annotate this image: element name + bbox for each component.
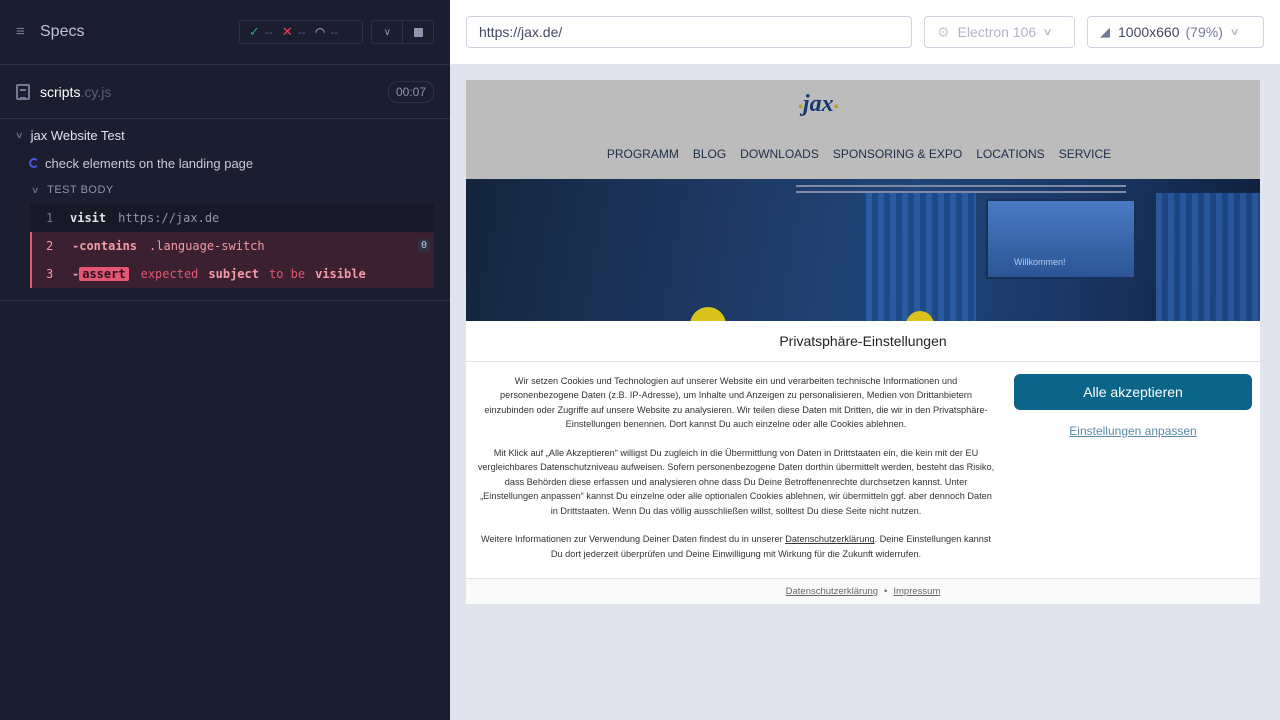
accept-all-button[interactable]: Alle akzeptieren <box>1014 374 1252 410</box>
chevron-down-icon: ∨ <box>1042 26 1053 38</box>
chevron-down-icon: ∨ <box>383 26 391 38</box>
chevron-down-icon: ∨ <box>30 184 41 195</box>
site-header: •jax• PROGRAMM BLOG DOWNLOADS SPONSORING… <box>466 80 1260 179</box>
logo-text: jax <box>802 91 834 117</box>
footer-privacy-link[interactable]: Datenschutzerklärung <box>786 586 878 597</box>
stage-light <box>690 307 726 321</box>
passed-stat: ✓ -- <box>249 24 273 40</box>
adjust-settings-link[interactable]: Einstellungen anpassen <box>1014 424 1252 438</box>
suite-row[interactable]: ∨ jax Website Test <box>0 120 450 150</box>
assert-message: expected subject to be visible <box>141 267 376 281</box>
reporter-header: ≡ Specs ✓ -- ✕ -- ◠ -- ∨ <box>0 0 450 65</box>
nav-item-blog[interactable]: BLOG <box>693 147 726 161</box>
pending-count: -- <box>330 25 339 39</box>
command-name: visit <box>70 211 107 225</box>
command-message: https://jax.de <box>118 211 220 225</box>
chevron-down-icon: ∨ <box>15 129 24 140</box>
pending-stat: ◠ -- <box>315 25 338 39</box>
run-controls: ∨ <box>371 20 434 44</box>
electron-icon: ⚙ <box>937 23 950 40</box>
test-title: check elements on the landing page <box>45 155 254 171</box>
check-icon: ✓ <box>249 24 260 39</box>
stage-screen-text: Willkommen! <box>1014 257 1066 267</box>
stage-screen <box>986 199 1136 279</box>
assert-word: expected <box>140 267 199 281</box>
consent-paragraph: Weitere Informationen zur Verwendung Dei… <box>476 532 996 561</box>
pending-icon: ◠ <box>314 25 326 39</box>
chevron-down-icon: ∨ <box>1229 26 1240 38</box>
spec-file-ext: .cy.js <box>80 83 112 100</box>
browser-selector[interactable]: ⚙ Electron 106 ∨ <box>924 16 1075 48</box>
footer-separator: • <box>884 586 888 597</box>
viewport-selector[interactable]: ◢ 1000x660 (79%) ∨ <box>1087 16 1264 48</box>
consent-text: Wir setzen Cookies und Technologien auf … <box>476 374 996 576</box>
logo-dots-icon: • <box>833 100 839 115</box>
footer-imprint-link[interactable]: Impressum <box>893 586 940 597</box>
assert-badge: assert <box>79 267 129 281</box>
consent-title: Privatsphäre-Einstellungen <box>466 321 1260 362</box>
test-body-toggle[interactable]: ∨ TEST BODY <box>0 176 450 204</box>
privacy-policy-link[interactable]: Datenschutzerklärung <box>785 534 874 544</box>
assert-word: to be <box>268 267 306 281</box>
command-row-assert[interactable]: 3 - assert expected subject to be visible <box>30 260 434 288</box>
expand-collapse-button[interactable]: ∨ <box>372 21 402 43</box>
nav-item-service[interactable]: SERVICE <box>1059 147 1111 161</box>
element-count-badge: 0 <box>417 239 430 252</box>
reporter-panel: ≡ Specs ✓ -- ✕ -- ◠ -- ∨ scripts .cy.js 00:… <box>0 0 450 720</box>
consent-footer: Datenschutzerklärung • Impressum <box>466 578 1260 604</box>
ruler-icon: ◢ <box>1100 24 1110 39</box>
assert-word: visible <box>315 267 366 281</box>
aut-iframe: •jax• PROGRAMM BLOG DOWNLOADS SPONSORING… <box>466 80 1260 604</box>
failed-stat: ✕ -- <box>282 24 306 40</box>
aut-panel: https://jax.de/ ⚙ Electron 106 ∨ ◢ 1000x… <box>450 0 1280 720</box>
specs-title[interactable]: Specs <box>40 23 84 41</box>
browser-label: Electron 106 <box>957 24 1037 40</box>
command-number: 3 <box>46 267 54 281</box>
nav-item-locations[interactable]: LOCATIONS <box>976 147 1044 161</box>
viewport-size: 1000x660 <box>1118 24 1180 40</box>
command-row-contains[interactable]: 2 -contains .language-switch 0 <box>30 232 434 260</box>
main-nav: PROGRAMM BLOG DOWNLOADS SPONSORING & EXP… <box>466 147 1260 161</box>
run-duration: 00:07 <box>387 81 434 103</box>
command-prefix: - <box>72 267 80 281</box>
nav-item-downloads[interactable]: DOWNLOADS <box>740 147 819 161</box>
command-number: 2 <box>46 239 54 253</box>
nav-item-sponsoring[interactable]: SPONSORING & EXPO <box>833 147 962 161</box>
viewport-scale: (79%) <box>1185 24 1223 40</box>
test-body-label: TEST BODY <box>47 184 114 196</box>
stage-truss <box>796 185 1126 193</box>
hero-image: Willkommen! <box>466 179 1260 321</box>
failed-count: -- <box>297 25 306 39</box>
stage-curtain <box>1156 193 1260 321</box>
running-spinner-icon <box>29 158 39 168</box>
x-icon: ✕ <box>281 24 293 39</box>
command-row-visit[interactable]: 1 visit https://jax.de <box>30 204 434 232</box>
consent-paragraph: Mit Klick auf „Alle Akzeptieren“ willigs… <box>477 448 995 516</box>
test-row[interactable]: check elements on the landing page <box>0 150 450 176</box>
consent-dialog: Wir setzen Cookies und Technologien auf … <box>466 362 1260 578</box>
suite-title: jax Website Test <box>30 127 125 143</box>
test-stats: ✓ -- ✕ -- ◠ -- <box>239 20 363 44</box>
stop-button[interactable] <box>402 21 433 43</box>
spec-file-name[interactable]: scripts <box>40 84 80 100</box>
spec-file-header: scripts .cy.js 00:07 <box>0 65 450 119</box>
specs-list-icon[interactable]: ≡ <box>16 24 32 39</box>
stage-curtain <box>866 193 976 321</box>
document-icon <box>16 83 30 100</box>
command-name: -contains <box>72 239 138 253</box>
assert-word: subject <box>208 267 259 281</box>
consent-text-before-link: Weitere Informationen zur Verwendung Dei… <box>480 534 786 545</box>
stop-icon <box>413 27 423 37</box>
nav-item-programm[interactable]: PROGRAMM <box>607 147 679 161</box>
command-number: 1 <box>46 211 54 225</box>
jax-logo[interactable]: •jax• <box>798 91 838 118</box>
consent-paragraph: Wir setzen Cookies und Technologien auf … <box>484 376 988 430</box>
url-field[interactable]: https://jax.de/ <box>466 16 912 48</box>
test-tree: ∨ jax Website Test check elements on the… <box>0 120 450 301</box>
aut-toolbar: https://jax.de/ ⚙ Electron 106 ∨ ◢ 1000x… <box>450 0 1280 64</box>
command-message: .language-switch <box>149 239 265 253</box>
passed-count: -- <box>264 25 273 39</box>
